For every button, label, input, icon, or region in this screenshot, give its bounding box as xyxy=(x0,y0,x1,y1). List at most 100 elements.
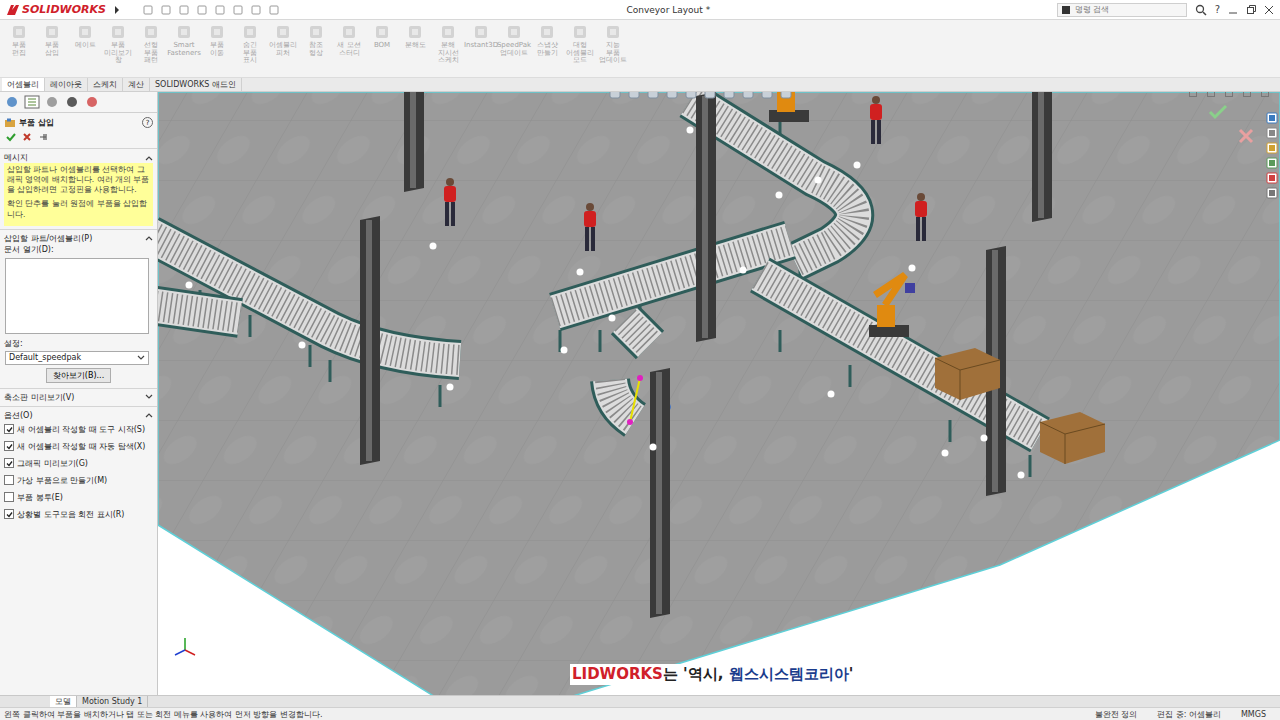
option-row[interactable]: 그래픽 미리보기(G) xyxy=(4,455,153,472)
tile-icon[interactable] xyxy=(1206,92,1216,98)
toolbar-button[interactable]: 부품 미리보기 창 xyxy=(103,24,133,65)
configuration-icon[interactable] xyxy=(44,95,60,109)
property-manager-icon[interactable] xyxy=(24,95,40,109)
ok-icon[interactable] xyxy=(6,132,16,142)
new-icon[interactable] xyxy=(142,4,154,16)
command-tab[interactable]: 어셈블리 xyxy=(2,78,45,91)
checkbox[interactable] xyxy=(4,492,14,502)
minimize-icon[interactable] xyxy=(1228,5,1238,15)
zoom-fit-icon[interactable] xyxy=(608,92,622,100)
option-row[interactable]: 가상 부품으로 만들기(M) xyxy=(4,472,153,489)
tool-icon[interactable] xyxy=(143,24,159,40)
view-settings-icon[interactable] xyxy=(779,92,793,100)
collapse-icon[interactable] xyxy=(145,155,153,161)
tool-icon[interactable] xyxy=(11,24,27,40)
split-icon[interactable] xyxy=(1188,92,1198,98)
zoom-area-icon[interactable] xyxy=(627,92,641,100)
open-icon[interactable] xyxy=(160,4,172,16)
tool-icon[interactable] xyxy=(176,24,192,40)
toolbar-button[interactable]: 스냅샷 만들기 xyxy=(532,24,562,57)
toolbar-button[interactable]: 지능 부품 업데이트 xyxy=(598,24,628,65)
option-row[interactable]: 새 어셈블리 작성할 때 도구 시작(S) xyxy=(4,421,153,438)
view-orientation-icon[interactable] xyxy=(684,92,698,100)
toolbar-button[interactable]: 참조 형상 xyxy=(301,24,331,57)
file-explorer-icon[interactable] xyxy=(1266,142,1278,154)
collapse-icon[interactable] xyxy=(145,412,153,418)
view-palette-icon[interactable] xyxy=(1266,157,1278,169)
options-icon[interactable] xyxy=(268,4,280,16)
confirm-cancel-icon[interactable] xyxy=(1238,128,1254,144)
search-type-icon[interactable] xyxy=(1061,5,1071,15)
previous-view-icon[interactable] xyxy=(646,92,660,100)
help-button[interactable]: ? xyxy=(1215,4,1220,15)
browse-button[interactable]: 찾아보기(B)... xyxy=(46,368,111,383)
tool-icon[interactable] xyxy=(341,24,357,40)
option-row[interactable]: 부품 봉투(E) xyxy=(4,489,153,506)
hide-show-icon[interactable] xyxy=(722,92,736,100)
rebuild-icon[interactable] xyxy=(250,4,262,16)
toolbar-button[interactable]: SpeedPak 업데이트 xyxy=(499,24,529,57)
toolbar-button[interactable]: 선형 부품 패턴 xyxy=(136,24,166,65)
tool-icon[interactable] xyxy=(77,24,93,40)
tool-icon[interactable] xyxy=(506,24,522,40)
pushpin-icon[interactable] xyxy=(38,132,48,142)
undo-icon[interactable] xyxy=(214,4,226,16)
scene-icon[interactable] xyxy=(760,92,774,100)
command-tab[interactable]: 레이아웃 xyxy=(45,78,88,91)
tool-icon[interactable] xyxy=(308,24,324,40)
command-tab[interactable]: 계산 xyxy=(123,78,150,91)
tool-icon[interactable] xyxy=(407,24,423,40)
toolbar-button[interactable]: 부품 편집 xyxy=(4,24,34,57)
dimxpert-icon[interactable] xyxy=(64,95,80,109)
print-icon[interactable] xyxy=(196,4,208,16)
tool-icon[interactable] xyxy=(374,24,390,40)
menu-arrow-icon[interactable] xyxy=(114,5,120,15)
conveyor-model[interactable] xyxy=(158,92,1280,695)
checkbox[interactable] xyxy=(4,458,14,468)
select-icon[interactable] xyxy=(232,4,244,16)
toolbar-button[interactable]: 부품 삽입 xyxy=(37,24,67,57)
appearances-icon[interactable] xyxy=(1266,172,1278,184)
checkbox[interactable] xyxy=(4,475,14,485)
toolbar-button[interactable]: 새 모션 스터디 xyxy=(334,24,364,57)
toolbar-button[interactable]: Instant3D xyxy=(466,24,496,50)
toolbar-button[interactable]: 메이트 xyxy=(70,24,100,50)
minimize-icon[interactable] xyxy=(1224,92,1234,98)
toolbar-button[interactable]: 대형 어셈블리 모드 xyxy=(565,24,595,65)
magnifier-icon[interactable] xyxy=(1195,4,1207,16)
custom-properties-icon[interactable] xyxy=(1266,187,1278,199)
command-tab[interactable]: 스케치 xyxy=(88,78,123,91)
search-input[interactable] xyxy=(1075,5,1183,14)
checkbox[interactable] xyxy=(4,441,14,451)
option-row[interactable]: 상황별 도구모음 회전 표시(R) xyxy=(4,506,153,523)
open-documents-list[interactable] xyxy=(5,258,149,334)
appearance-icon[interactable] xyxy=(741,92,755,100)
tool-icon[interactable] xyxy=(275,24,291,40)
toolbar-button[interactable]: 숨긴 부품 표시 xyxy=(235,24,265,65)
toolbar-button[interactable]: 어셈블리 피처 xyxy=(268,24,298,57)
model-tab[interactable]: Motion Study 1 xyxy=(77,696,148,707)
close-icon[interactable] xyxy=(1264,5,1274,15)
home-icon[interactable] xyxy=(1266,112,1278,124)
appearance-icon[interactable] xyxy=(84,95,100,109)
tool-icon[interactable] xyxy=(44,24,60,40)
tool-icon[interactable] xyxy=(242,24,258,40)
command-tab[interactable]: SOLIDWORKS 애드인 xyxy=(150,78,242,91)
checkbox[interactable] xyxy=(4,509,14,519)
option-row[interactable]: 새 어셈블리 작성할 때 자동 탐색(X) xyxy=(4,438,153,455)
design-library-icon[interactable] xyxy=(1266,127,1278,139)
display-style-icon[interactable] xyxy=(703,92,717,100)
confirm-ok-icon[interactable] xyxy=(1208,104,1228,120)
toolbar-button[interactable]: 분해도 xyxy=(400,24,430,50)
cancel-icon[interactable] xyxy=(22,132,32,142)
toolbar-button[interactable]: 부품 이동 xyxy=(202,24,232,57)
expand-icon[interactable] xyxy=(145,394,153,400)
save-icon[interactable] xyxy=(178,4,190,16)
expand-icon[interactable] xyxy=(137,355,145,361)
toolbar-button[interactable]: Smart Fasteners xyxy=(169,24,199,57)
close-icon[interactable] xyxy=(1260,92,1270,98)
section-view-icon[interactable] xyxy=(665,92,679,100)
status-field[interactable]: MMGS xyxy=(1231,710,1276,719)
tool-icon[interactable] xyxy=(440,24,456,40)
tool-icon[interactable] xyxy=(473,24,489,40)
